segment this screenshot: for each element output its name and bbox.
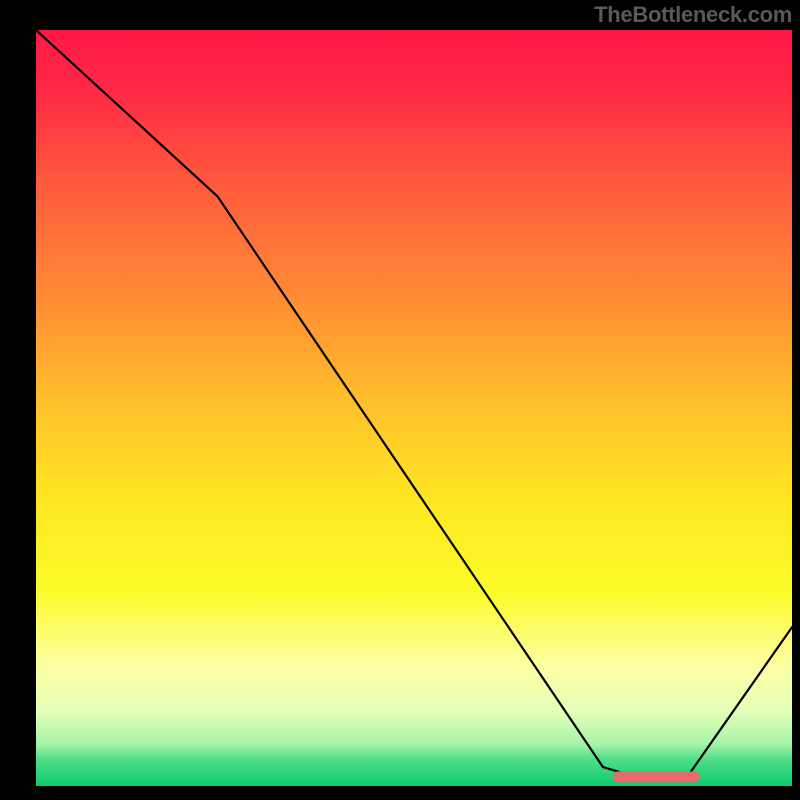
attribution-text: TheBottleneck.com (594, 2, 792, 28)
chart-svg (36, 30, 792, 786)
plot-area (36, 30, 792, 786)
chart-frame: TheBottleneck.com (0, 0, 800, 800)
plot-background (36, 30, 792, 786)
